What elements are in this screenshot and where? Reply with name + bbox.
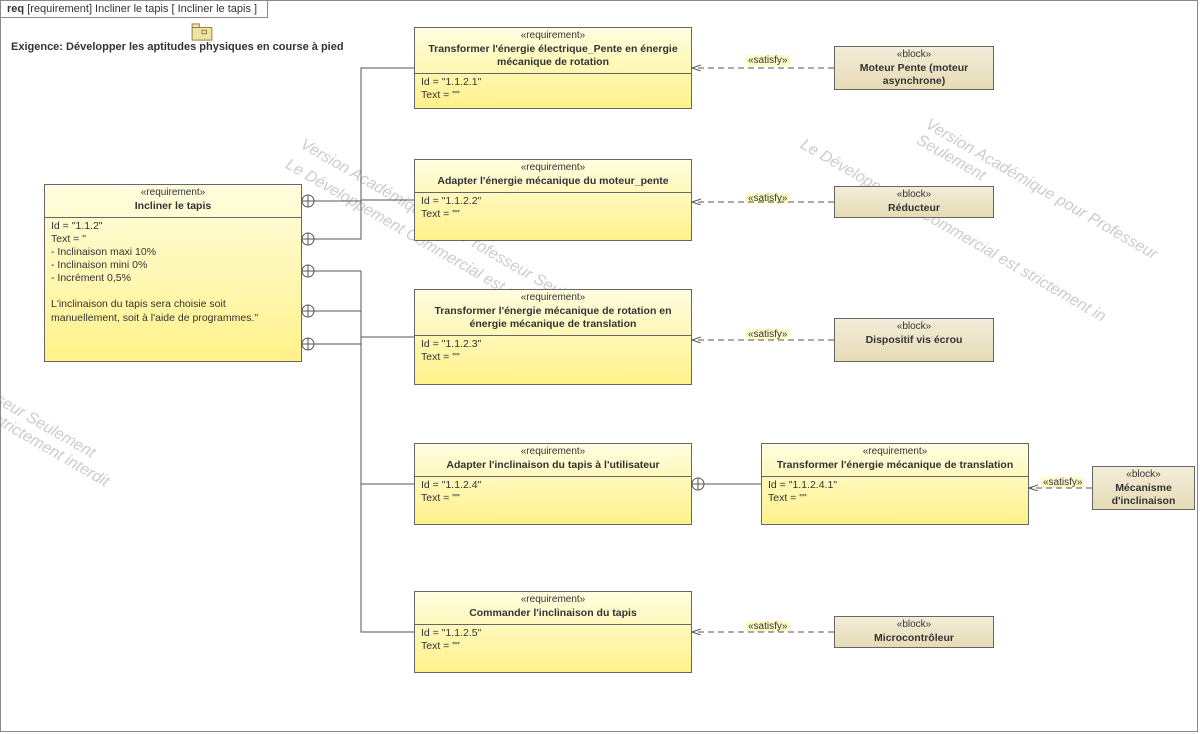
stereotype: «requirement» xyxy=(768,446,1022,459)
block-microcontroleur[interactable]: «block» Microcontrôleur xyxy=(834,616,994,648)
block-dispositif-vis-ecrou[interactable]: «block» Dispositif vis écrou xyxy=(834,318,994,362)
block-title: Microcontrôleur xyxy=(841,632,987,645)
stereotype: «requirement» xyxy=(421,162,685,175)
req-title: Adapter l'inclinaison du tapis à l'utili… xyxy=(421,459,685,472)
req-body: Id = "1.1.2.5" Text = "" xyxy=(415,625,691,659)
stereotype: «requirement» xyxy=(421,594,685,607)
req-adapter-inclinaison[interactable]: «requirement» Adapter l'inclinaison du t… xyxy=(414,443,692,525)
stereotype: «block» xyxy=(841,619,987,632)
watermark: Le Développement Commercial est strictem… xyxy=(797,136,1109,326)
stereotype: «requirement» xyxy=(51,187,295,200)
req-title: Incliner le tapis xyxy=(51,200,295,213)
req-incliner-le-tapis[interactable]: «requirement» Incliner le tapis Id = "1.… xyxy=(44,184,302,362)
block-title: Dispositif vis écrou xyxy=(841,334,987,347)
diagram-frame: Version Académique pour Professeur Seule… xyxy=(0,0,1198,732)
req-commander-inclinaison[interactable]: «requirement» Commander l'inclinaison du… xyxy=(414,591,692,673)
satisfy-label: «satisfy» xyxy=(746,621,789,632)
req-title: Adapter l'énergie mécanique du moteur_pe… xyxy=(421,175,685,188)
req-body: Id = "1.1.2.4.1" Text = "" xyxy=(762,477,1028,511)
stereotype: «requirement» xyxy=(421,30,685,43)
stereotype: «block» xyxy=(841,189,987,202)
exigence-label: Exigence: Développer les aptitudes physi… xyxy=(11,41,344,53)
req-title: Transformer l'énergie mécanique de rotat… xyxy=(421,305,685,331)
stereotype: «block» xyxy=(841,49,987,62)
watermark: seur Seulement xyxy=(0,391,98,463)
stereotype: «requirement» xyxy=(421,292,685,305)
package-icon xyxy=(191,23,213,41)
req-title: Commander l'inclinaison du tapis xyxy=(421,607,685,620)
frame-tab: req [requirement] Incliner le tapis [ In… xyxy=(1,1,268,18)
satisfy-label: «satisfy» xyxy=(746,329,789,340)
req-body: Id = "1.1.2.4" Text = "" xyxy=(415,477,691,511)
block-moteur-pente[interactable]: «block» Moteur Pente (moteur asynchrone) xyxy=(834,46,994,90)
block-reducteur[interactable]: «block» Réducteur xyxy=(834,186,994,218)
req-body: Id = "1.1.2" Text = " - Inclinaison maxi… xyxy=(45,218,301,331)
req-title: Transformer l'énergie mécanique de trans… xyxy=(768,459,1022,472)
stereotype: «requirement» xyxy=(421,446,685,459)
req-body: Id = "1.1.2.3" Text = "" xyxy=(415,336,691,370)
req-transformer-elec-rotation[interactable]: «requirement» Transformer l'énergie élec… xyxy=(414,27,692,109)
stereotype: «block» xyxy=(841,321,987,334)
stereotype: «block» xyxy=(1099,469,1188,482)
frame-label: [requirement] Incliner le tapis [ Inclin… xyxy=(27,3,257,15)
block-title: Réducteur xyxy=(841,202,987,215)
req-body: Id = "1.1.2.2" Text = "" xyxy=(415,193,691,227)
req-adapter-energie-moteur[interactable]: «requirement» Adapter l'énergie mécaniqu… xyxy=(414,159,692,241)
satisfy-label: «satisfy» xyxy=(1041,477,1084,488)
req-title: Transformer l'énergie électrique_Pente e… xyxy=(421,43,685,69)
frame-keyword: req xyxy=(7,3,24,15)
block-title: Mécanisme d'inclinaison xyxy=(1099,482,1188,508)
block-title: Moteur Pente (moteur asynchrone) xyxy=(841,62,987,88)
block-mecanisme-inclinaison[interactable]: «block» Mécanisme d'inclinaison xyxy=(1092,466,1195,510)
req-body: Id = "1.1.2.1" Text = "" xyxy=(415,74,691,108)
satisfy-label: «satisfy» xyxy=(746,55,789,66)
watermark: t strictement interdit xyxy=(0,406,112,491)
req-transformer-rotation-translation[interactable]: «requirement» Transformer l'énergie méca… xyxy=(414,289,692,385)
satisfy-label: «satisfy» xyxy=(746,193,789,204)
req-transformer-translation[interactable]: «requirement» Transformer l'énergie méca… xyxy=(761,443,1029,525)
